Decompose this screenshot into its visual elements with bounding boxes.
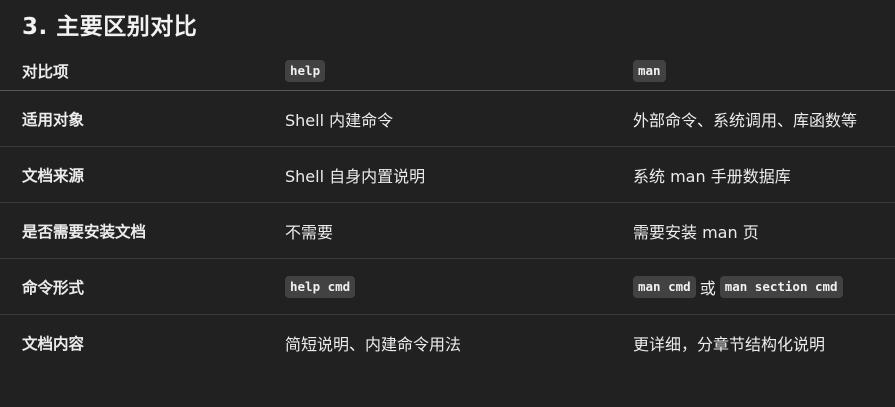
row-item-label: 文档内容 (22, 335, 85, 353)
row-help-value: help cmd (285, 259, 356, 314)
table-row: 命令形式 help cmd man cmd 或 man section cmd (0, 259, 895, 315)
header-cell-help: help (285, 52, 326, 90)
table-row: 文档内容 简短说明、内建命令用法 更详细，分章节结构化说明 (0, 315, 895, 371)
row-man-value: 需要安装 man 页 (633, 222, 759, 242)
row-man-value: man cmd 或 man section cmd (633, 259, 843, 314)
header-code-help: help (285, 60, 326, 82)
row-item-label: 文档来源 (22, 166, 85, 185)
man-command-code: man cmd (633, 275, 696, 298)
table-row: 适用对象 Shell 内建命令 外部命令、系统调用、库函数等 (0, 91, 895, 147)
page: 3. 主要区别对比 对比项 help man 适用对象 Shell 内建命令 外… (0, 0, 895, 407)
row-help-value: Shell 内建命令 (285, 110, 394, 130)
header-cell-man: man (633, 52, 666, 90)
or-separator: 或 (699, 278, 716, 298)
row-item-label: 命令形式 (22, 278, 85, 297)
row-help-value: 不需要 (285, 222, 334, 242)
header-cell-item: 对比项 (22, 63, 69, 81)
header-code-man: man (633, 60, 666, 82)
table-row: 文档来源 Shell 自身内置说明 系统 man 手册数据库 (0, 147, 895, 203)
row-man-value: 系统 man 手册数据库 (633, 166, 791, 186)
row-item-label: 适用对象 (22, 110, 85, 129)
table-row: 是否需要安装文档 不需要 需要安装 man 页 (0, 203, 895, 259)
row-item-label: 是否需要安装文档 (22, 222, 147, 241)
row-help-value: 简短说明、内建命令用法 (285, 335, 462, 354)
row-man-value: 外部命令、系统调用、库函数等 (633, 110, 858, 130)
man-section-command-code: man section cmd (719, 275, 843, 298)
row-help-value: Shell 自身内置说明 (285, 166, 426, 186)
table-header-row: 对比项 help man (0, 52, 895, 91)
comparison-table: 对比项 help man 适用对象 Shell 内建命令 外部命令、系统调用、库… (0, 52, 895, 371)
section-heading: 3. 主要区别对比 (22, 14, 198, 40)
row-man-value: 更详细，分章节结构化说明 (633, 335, 826, 354)
help-command-code: help cmd (285, 275, 356, 298)
